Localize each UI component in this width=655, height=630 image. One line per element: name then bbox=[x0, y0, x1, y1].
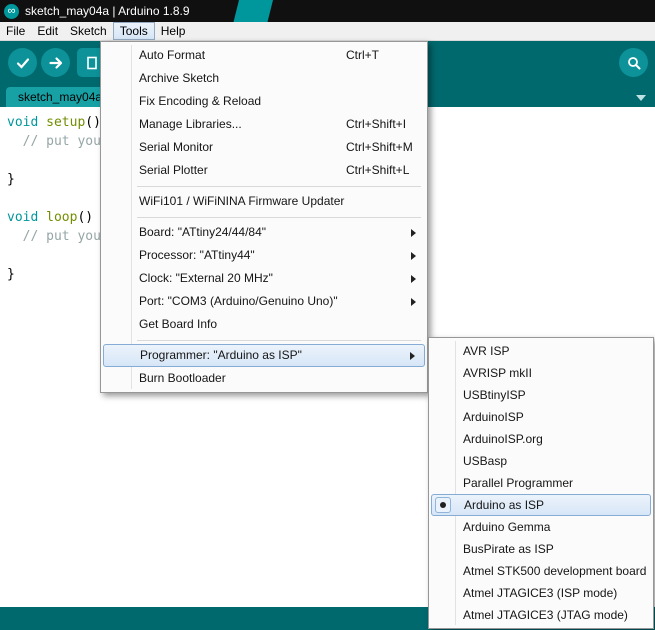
submenu-item-parallel-programmer[interactable]: Parallel Programmer bbox=[431, 472, 651, 494]
submenu-item-atmel-jtagice3-jtag[interactable]: Atmel JTAGICE3 (JTAG mode) bbox=[431, 604, 651, 626]
serial-monitor-button[interactable] bbox=[619, 48, 648, 77]
submenu-item-usbasp[interactable]: USBasp bbox=[431, 450, 651, 472]
verify-button[interactable] bbox=[8, 48, 37, 77]
submenu-arrow-icon bbox=[411, 274, 416, 283]
submenu-item-arduinoisp[interactable]: ArduinoISP bbox=[431, 406, 651, 428]
submenu-item-label: ArduinoISP bbox=[463, 410, 524, 424]
submenu-item-atmel-jtagice3-isp[interactable]: Atmel JTAGICE3 (ISP mode) bbox=[431, 582, 651, 604]
submenu-item-arduino-gemma[interactable]: Arduino Gemma bbox=[431, 516, 651, 538]
menu-item-label: Manage Libraries... bbox=[139, 117, 242, 131]
menu-item-manage-libraries[interactable]: Manage Libraries... Ctrl+Shift+I bbox=[103, 113, 425, 136]
menu-item-label: Board: "ATtiny24/44/84" bbox=[139, 225, 267, 239]
submenu-item-label: AVR ISP bbox=[463, 344, 510, 358]
radio-selected-icon bbox=[435, 497, 451, 513]
magnifier-icon bbox=[627, 56, 640, 69]
menu-item-label: Get Board Info bbox=[139, 317, 218, 331]
menu-file[interactable]: File bbox=[0, 22, 31, 40]
submenu-item-avr-isp[interactable]: AVR ISP bbox=[431, 340, 651, 362]
document-icon bbox=[86, 56, 97, 69]
menu-item-processor[interactable]: Processor: "ATtiny44" bbox=[103, 244, 425, 267]
submenu-arrow-icon bbox=[411, 297, 416, 306]
submenu-item-arduinoisp-org[interactable]: ArduinoISP.org bbox=[431, 428, 651, 450]
menu-item-archive-sketch[interactable]: Archive Sketch bbox=[103, 67, 425, 90]
menu-item-label: Port: "COM3 (Arduino/Genuino Uno)" bbox=[139, 294, 338, 308]
menu-item-auto-format[interactable]: Auto Format Ctrl+T bbox=[103, 44, 425, 67]
menu-item-burn-bootloader[interactable]: Burn Bootloader bbox=[103, 367, 425, 390]
submenu-item-label: Parallel Programmer bbox=[463, 476, 574, 490]
check-icon bbox=[16, 57, 29, 69]
tab-list-caret-icon[interactable] bbox=[636, 95, 646, 101]
submenu-item-label: USBtinyISP bbox=[463, 388, 526, 402]
submenu-item-buspirate-as-isp[interactable]: BusPirate as ISP bbox=[431, 538, 651, 560]
arduino-ide-window: ∞ sketch_may04a | Arduino 1.8.9 File Edi… bbox=[0, 0, 655, 630]
code-token: loop bbox=[46, 210, 78, 225]
arduino-logo-icon: ∞ bbox=[4, 3, 19, 19]
submenu-arrow-icon bbox=[410, 351, 415, 360]
menu-item-label: Fix Encoding & Reload bbox=[139, 94, 262, 108]
code-token: } bbox=[7, 267, 15, 282]
menu-tools[interactable]: Tools bbox=[112, 22, 155, 40]
submenu-item-label: Arduino Gemma bbox=[463, 520, 551, 534]
tab-sketch-may04a[interactable]: sketch_may04a bbox=[6, 87, 115, 107]
menu-separator bbox=[103, 336, 425, 344]
menu-item-fix-encoding[interactable]: Fix Encoding & Reload bbox=[103, 90, 425, 113]
submenu-item-label: Atmel JTAGICE3 (JTAG mode) bbox=[463, 608, 628, 622]
code-token: void bbox=[7, 115, 39, 130]
submenu-item-label: Atmel JTAGICE3 (ISP mode) bbox=[463, 586, 618, 600]
menu-item-get-board-info[interactable]: Get Board Info bbox=[103, 313, 425, 336]
titlebar: ∞ sketch_may04a | Arduino 1.8.9 bbox=[0, 0, 655, 24]
menu-edit[interactable]: Edit bbox=[31, 22, 64, 40]
code-token: void bbox=[7, 210, 39, 225]
menu-item-clock[interactable]: Clock: "External 20 MHz" bbox=[103, 267, 425, 290]
tools-dropdown-menu: Auto Format Ctrl+T Archive Sketch Fix Enc… bbox=[100, 41, 428, 393]
submenu-item-label: ArduinoISP.org bbox=[463, 432, 543, 446]
menu-item-label: Clock: "External 20 MHz" bbox=[139, 271, 273, 285]
menu-separator bbox=[103, 182, 425, 190]
menu-item-serial-plotter[interactable]: Serial Plotter Ctrl+Shift+L bbox=[103, 159, 425, 182]
submenu-arrow-icon bbox=[411, 228, 416, 237]
menu-item-label: Archive Sketch bbox=[139, 71, 220, 85]
submenu-item-atmel-stk500[interactable]: Atmel STK500 development board bbox=[431, 560, 651, 582]
titlebar-accent-shape bbox=[233, 0, 273, 24]
menu-item-shortcut: Ctrl+Shift+L bbox=[346, 163, 410, 177]
submenu-item-avrisp-mkii[interactable]: AVRISP mkII bbox=[431, 362, 651, 384]
menu-item-label: Burn Bootloader bbox=[139, 371, 226, 385]
menu-item-programmer[interactable]: Programmer: "Arduino as ISP" bbox=[103, 344, 425, 367]
arrow-right-icon bbox=[48, 56, 62, 69]
menu-separator bbox=[103, 213, 425, 221]
menu-item-label: Serial Monitor bbox=[139, 140, 214, 154]
window-title: sketch_may04a | Arduino 1.8.9 bbox=[25, 4, 190, 18]
menu-item-port[interactable]: Port: "COM3 (Arduino/Genuino Uno)" bbox=[103, 290, 425, 313]
programmer-submenu: AVR ISP AVRISP mkII USBtinyISP ArduinoIS… bbox=[428, 337, 654, 629]
menu-help[interactable]: Help bbox=[155, 22, 192, 40]
submenu-item-usbtinyisp[interactable]: USBtinyISP bbox=[431, 384, 651, 406]
submenu-arrow-icon bbox=[411, 251, 416, 260]
menu-item-serial-monitor[interactable]: Serial Monitor Ctrl+Shift+M bbox=[103, 136, 425, 159]
submenu-item-label: Atmel STK500 development board bbox=[463, 564, 647, 578]
submenu-item-label: AVRISP mkII bbox=[463, 366, 532, 380]
code-token: setup bbox=[46, 115, 86, 130]
menu-sketch[interactable]: Sketch bbox=[64, 22, 113, 40]
menu-item-shortcut: Ctrl+Shift+M bbox=[346, 140, 413, 154]
radio-dot-icon bbox=[440, 502, 446, 508]
menu-item-shortcut: Ctrl+Shift+I bbox=[346, 117, 407, 131]
submenu-item-arduino-as-isp[interactable]: Arduino as ISP bbox=[431, 494, 651, 516]
menu-item-label: Serial Plotter bbox=[139, 163, 208, 177]
menu-item-label: Auto Format bbox=[139, 48, 206, 62]
menu-item-label: Programmer: "Arduino as ISP" bbox=[140, 348, 302, 362]
code-token: } bbox=[7, 172, 15, 187]
submenu-item-label: USBasp bbox=[463, 454, 508, 468]
submenu-item-label: BusPirate as ISP bbox=[463, 542, 554, 556]
menu-item-board[interactable]: Board: "ATtiny24/44/84" bbox=[103, 221, 425, 244]
menubar: File Edit Sketch Tools Help bbox=[0, 22, 655, 41]
menu-item-label: WiFi101 / WiFiNINA Firmware Updater bbox=[139, 194, 345, 208]
menu-item-label: Processor: "ATtiny44" bbox=[139, 248, 255, 262]
menu-item-shortcut: Ctrl+T bbox=[346, 48, 379, 62]
upload-button[interactable] bbox=[41, 48, 70, 77]
menu-item-wifi-firmware-updater[interactable]: WiFi101 / WiFiNINA Firmware Updater bbox=[103, 190, 425, 213]
submenu-item-label: Arduino as ISP bbox=[464, 498, 545, 512]
